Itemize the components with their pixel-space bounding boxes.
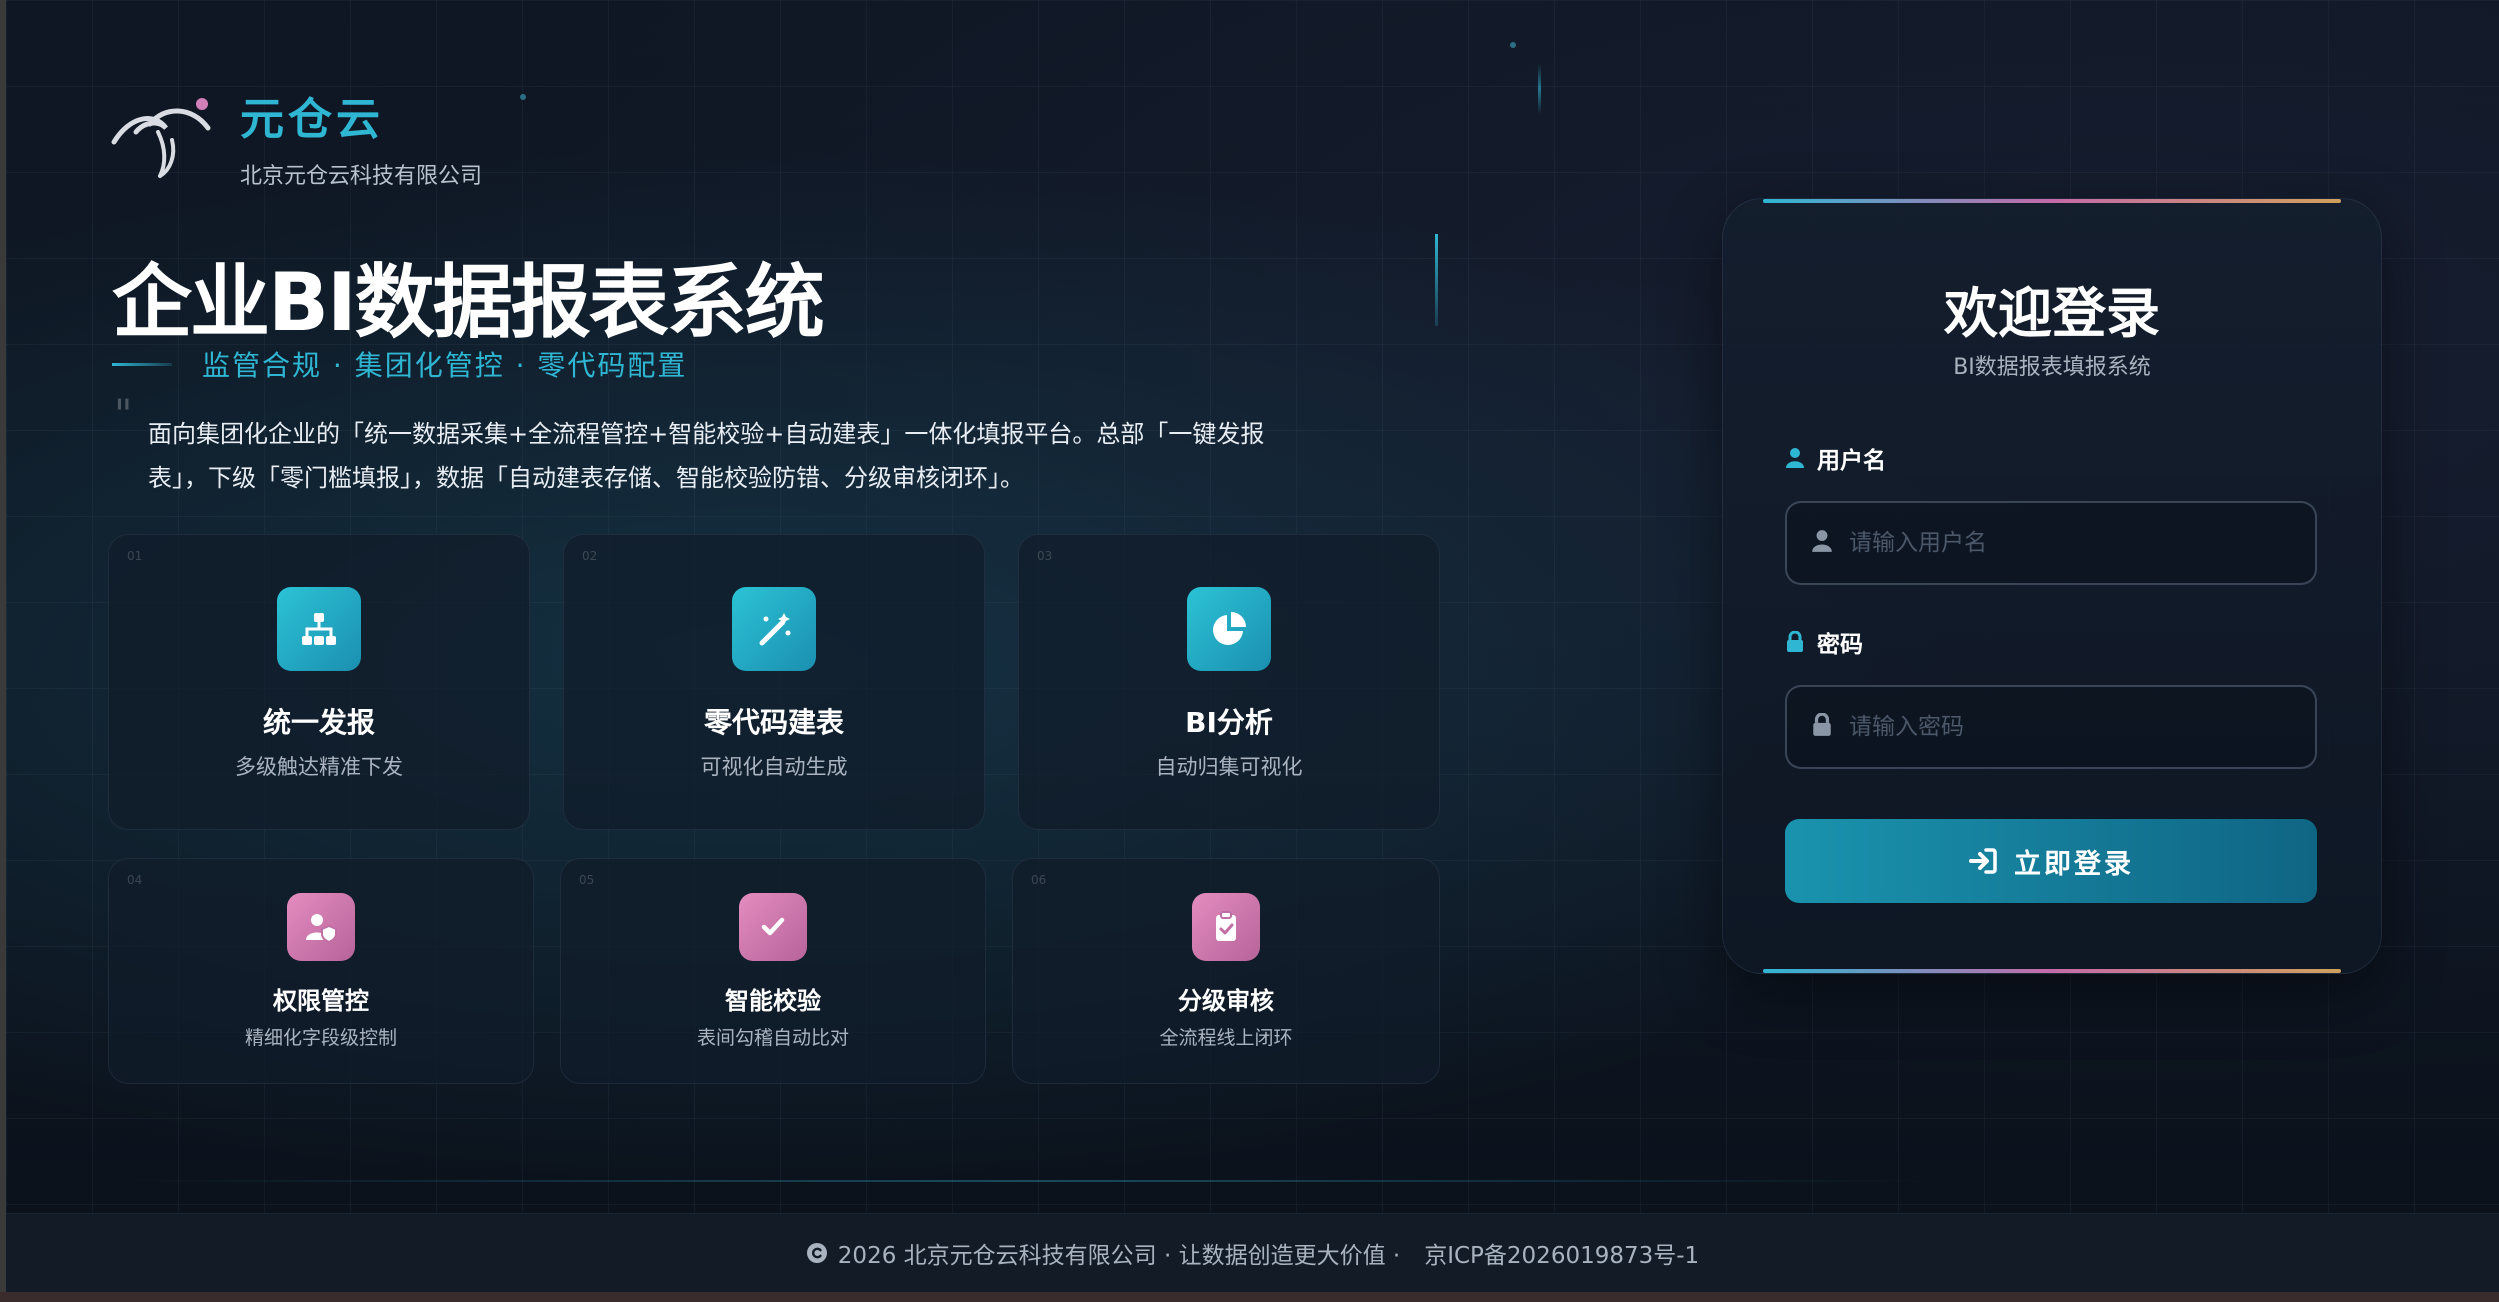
password-field[interactable] [1785,685,2317,769]
footer-icp-link[interactable]: 京ICP备2026019873号-1 [1424,1236,1699,1270]
password-label: 密码 [1785,625,1863,659]
check-icon [739,893,807,961]
copyright-icon [806,1242,828,1264]
lock-icon [1811,712,1833,741]
window-bottom-edge [0,1292,2499,1302]
card-desc: 全流程线上闭环 [1159,1027,1293,1049]
decor-dot [1510,42,1516,48]
login-button-label: 立即登录 [2014,848,2134,880]
page-title: 企业BI数据报表系统 [112,256,825,349]
login-page: 元仓云 北京元仓云科技有限公司 企业BI数据报表系统 监管合规 · 集团化管控 … [6,0,2499,1213]
brand-company: 北京元仓云科技有限公司 [240,164,483,189]
footer-copyright: 2026 北京元仓云科技有限公司 · 让数据创造更大价值 · [837,1243,1401,1269]
decor-line [1538,64,1541,114]
subtitle-divider [112,362,172,366]
card-number: 06 [1031,873,1047,887]
decor-line [1435,234,1438,326]
pie-chart-icon [1187,587,1271,671]
password-label-text: 密码 [1817,632,1863,658]
card-title: 权限管控 [273,987,369,1015]
card-title: 统一发报 [262,706,375,739]
card-title: BI分析 [1185,706,1273,739]
hero-subtitle-row: 监管合规 · 集团化管控 · 零代码配置 [112,344,687,384]
hero-intro: 面向集团化企业的「统一数据采集+全流程管控+智能校验+自动建表」一体化填报平台。… [148,420,1265,492]
feature-card-bi-analysis: 03 BI分析 自动归集可视化 [1018,534,1440,830]
panel-accent-bar [1763,969,2341,973]
quote-icon: " [114,392,133,438]
password-input[interactable] [1849,714,2289,740]
brand-logo-icon [110,92,214,184]
footer: 2026 北京元仓云科技有限公司 · 让数据创造更大价值 · 京ICP备2026… [6,1213,2499,1292]
card-title: 智能校验 [725,987,821,1015]
card-title: 零代码建表 [703,706,844,739]
feature-card-tiered-review: 06 分级审核 全流程线上闭环 [1012,858,1440,1084]
card-desc: 多级触达精准下发 [235,755,403,779]
card-number: 05 [579,873,595,887]
brand: 元仓云 北京元仓云科技有限公司 [110,92,482,190]
card-number: 04 [127,873,143,887]
panel-accent-bar [1763,199,2341,203]
username-input[interactable] [1849,530,2289,556]
feature-card-smart-validation: 05 智能校验 表间勾稽自动比对 [560,858,986,1084]
card-desc: 可视化自动生成 [700,755,848,779]
feature-card-zero-code: 02 零代码建表 可视化自动生成 [563,534,985,830]
decor-dot [520,94,526,100]
login-title: 欢迎登录 [1944,282,2160,345]
card-number: 03 [1037,549,1053,563]
username-field[interactable] [1785,501,2317,585]
login-panel: 欢迎登录 BI数据报表填报系统 用户名 密码 [1722,198,2382,974]
lock-icon [1785,631,1805,653]
username-label: 用户名 [1785,441,1886,475]
login-button[interactable]: 立即登录 [1785,819,2317,903]
card-desc: 自动归集可视化 [1155,755,1303,779]
brand-name: 元仓云 [240,94,384,145]
user-icon [1811,529,1833,557]
card-desc: 表间勾稽自动比对 [696,1027,849,1049]
magic-wand-icon [732,587,816,671]
user-shield-icon [287,893,355,961]
card-desc: 精细化字段级控制 [244,1027,397,1049]
card-number: 02 [582,549,598,563]
hero-subtitle: 监管合规 · 集团化管控 · 零代码配置 [202,349,688,382]
card-title: 分级审核 [1178,987,1274,1015]
feature-card-unified-dispatch: 01 统一发报 多级触达精准下发 [108,534,530,830]
org-chart-icon [277,587,361,671]
sign-in-icon [1968,847,1998,875]
feature-card-permission: 04 权限管控 精细化字段级控制 [108,858,534,1084]
card-number: 01 [127,549,143,563]
username-label-text: 用户名 [1817,448,1886,474]
login-subtitle: BI数据报表填报系统 [1953,355,2151,380]
user-icon [1785,447,1805,469]
decor-glow [126,1180,1926,1182]
clipboard-check-icon [1192,893,1260,961]
